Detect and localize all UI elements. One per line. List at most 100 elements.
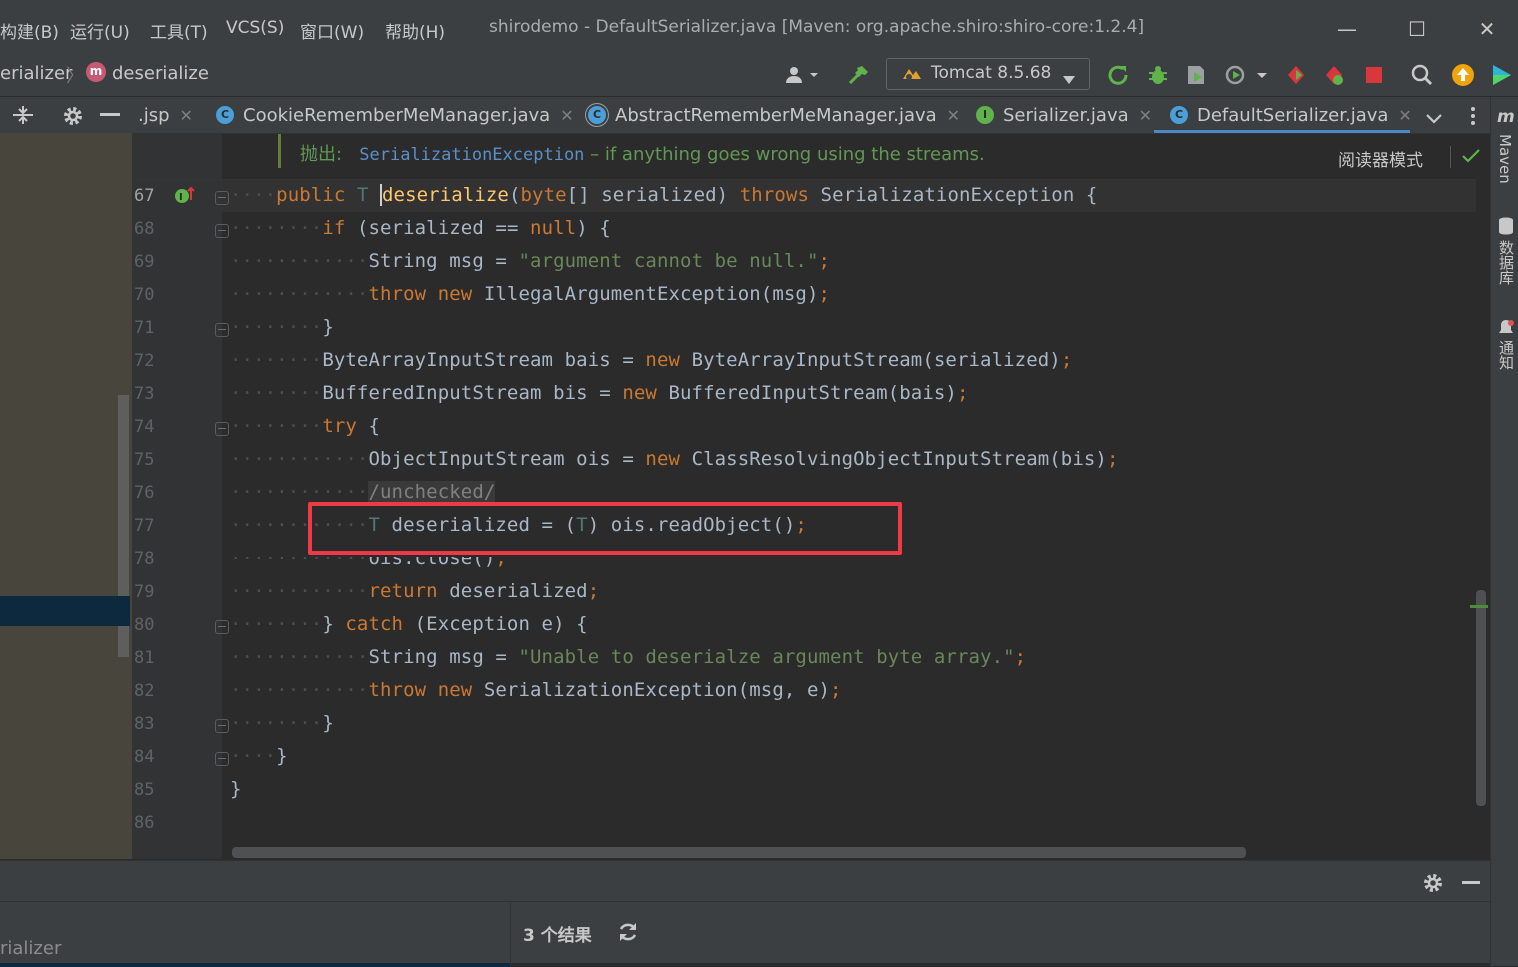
implements-method-icon[interactable]: I: [174, 186, 196, 210]
line-number[interactable]: 84: [134, 747, 166, 767]
highlight-annotation-box: [308, 502, 902, 555]
line-number[interactable]: 72: [134, 351, 166, 371]
bottom-panel: rializer 3 个结果: [0, 860, 1490, 967]
notifications-tool-window[interactable]: 通知: [1496, 340, 1517, 370]
fold-marker[interactable]: [215, 719, 229, 733]
line-number[interactable]: 67: [134, 186, 166, 206]
rerun-icon[interactable]: [1104, 62, 1132, 88]
update-icon[interactable]: [1449, 62, 1477, 88]
javadoc-throws: 抛出: SerializationException – if anything…: [300, 140, 985, 166]
code-line: ········BufferedInputStream bis = new Bu…: [230, 382, 969, 404]
checkmark-icon[interactable]: [1462, 148, 1480, 168]
code-line: ····public T deserialize(byte[] serializ…: [230, 184, 1098, 206]
window-title: shirodemo - DefaultSerializer.java [Mave…: [489, 17, 1145, 37]
user-icon[interactable]: [782, 62, 822, 88]
menu-vcs[interactable]: VCS(S): [226, 18, 284, 38]
jrebel-run-icon[interactable]: [1282, 62, 1310, 88]
debug-icon[interactable]: [1144, 62, 1172, 88]
tab-cookie-remember-me-manager[interactable]: C CookieRememberMeManager.java ✕: [216, 97, 574, 133]
line-number[interactable]: 82: [134, 681, 166, 701]
line-number[interactable]: 81: [134, 648, 166, 668]
tab-abstract-remember-me-manager[interactable]: C AbstractRememberMeManager.java ✕: [588, 97, 960, 133]
menu-run[interactable]: 运行(U): [70, 18, 130, 43]
close-button[interactable]: ✕: [1470, 14, 1504, 44]
hide-panel-icon[interactable]: [1462, 881, 1480, 884]
breadcrumb-class[interactable]: erializer: [0, 63, 72, 84]
menu-build[interactable]: 构建(B): [0, 18, 59, 43]
refresh-icon[interactable]: [617, 921, 639, 947]
tab-serializer[interactable]: I Serializer.java ✕: [976, 97, 1152, 133]
line-number[interactable]: 71: [134, 318, 166, 338]
tree-item-label[interactable]: rializer: [0, 938, 61, 959]
line-number[interactable]: 78: [134, 549, 166, 569]
doc-comment-marker: [278, 134, 281, 168]
fold-marker[interactable]: [215, 422, 229, 436]
minimize-button[interactable]: —: [1330, 14, 1364, 44]
code-line: ············throw new SerializationExcep…: [230, 679, 842, 701]
fold-marker[interactable]: [215, 224, 229, 238]
line-number[interactable]: 86: [134, 813, 166, 833]
tab-default-serializer[interactable]: C DefaultSerializer.java ✕: [1170, 97, 1412, 133]
notification-bell-icon[interactable]: [1498, 319, 1514, 341]
line-number[interactable]: 76: [134, 483, 166, 503]
close-tab-icon[interactable]: ✕: [180, 106, 193, 125]
run-configuration-select[interactable]: Tomcat 8.5.68: [886, 58, 1090, 90]
abstract-class-icon: C: [588, 106, 606, 124]
search-icon[interactable]: [1408, 62, 1436, 88]
tomcat-icon: [901, 65, 923, 87]
menu-help[interactable]: 帮助(H): [385, 18, 445, 43]
maven-tool-window[interactable]: Maven: [1496, 134, 1514, 184]
collapse-all-icon[interactable]: [12, 105, 34, 129]
gear-icon[interactable]: [62, 105, 84, 131]
tab-label: CookieRememberMeManager.java: [243, 104, 551, 126]
gear-icon[interactable]: [1422, 872, 1444, 898]
fold-marker[interactable]: [215, 620, 229, 634]
close-tab-icon[interactable]: ✕: [1139, 106, 1152, 125]
javadoc-exception-link[interactable]: SerializationException: [359, 145, 584, 165]
maven-icon[interactable]: m: [1497, 107, 1515, 127]
more-options-icon[interactable]: [1470, 106, 1476, 130]
maximize-button[interactable]: ☐: [1400, 14, 1434, 44]
fold-marker[interactable]: [215, 323, 229, 337]
stop-icon[interactable]: [1362, 62, 1386, 88]
close-tab-icon[interactable]: ✕: [947, 106, 960, 125]
project-tree-selected-row[interactable]: [0, 596, 130, 626]
breadcrumb-method[interactable]: deserialize: [112, 63, 209, 84]
jrebel-debug-icon[interactable]: [1320, 62, 1348, 88]
reader-mode-button[interactable]: 阅读器模式: [1338, 146, 1423, 171]
editor-vertical-scrollbar[interactable]: [1476, 590, 1486, 806]
right-tool-stripe: m: [1490, 97, 1518, 966]
divider: [1450, 146, 1451, 168]
line-number[interactable]: 75: [134, 450, 166, 470]
line-number[interactable]: 77: [134, 516, 166, 536]
menu-tools[interactable]: 工具(T): [150, 18, 208, 43]
editor-horizontal-scrollbar[interactable]: [232, 847, 1246, 858]
line-number[interactable]: 83: [134, 714, 166, 734]
menu-window[interactable]: 窗口(W): [300, 18, 364, 43]
tab-label: Serializer.java: [1003, 104, 1129, 126]
chevron-down-icon[interactable]: [1426, 109, 1442, 128]
line-number[interactable]: 80: [134, 615, 166, 635]
close-tab-icon[interactable]: ✕: [560, 106, 573, 125]
line-number[interactable]: 79: [134, 582, 166, 602]
database-tool-window[interactable]: 数据库: [1496, 240, 1517, 285]
line-number[interactable]: 68: [134, 219, 166, 239]
fold-marker[interactable]: [215, 752, 229, 766]
tab-jsp[interactable]: .jsp ✕: [138, 97, 193, 133]
fold-marker[interactable]: [215, 191, 229, 205]
code-line: ············throw new IllegalArgumentExc…: [230, 283, 831, 305]
line-number[interactable]: 70: [134, 285, 166, 305]
code-with-me-icon[interactable]: [1488, 62, 1516, 88]
line-number[interactable]: 85: [134, 780, 166, 800]
build-hammer-icon[interactable]: [844, 62, 872, 88]
line-number[interactable]: 73: [134, 384, 166, 404]
database-icon[interactable]: [1498, 217, 1514, 239]
line-number[interactable]: 69: [134, 252, 166, 272]
close-tab-icon[interactable]: ✕: [1398, 106, 1411, 125]
editor-tab-bar: .jsp ✕ C CookieRememberMeManager.java ✕ C Ab…: [132, 97, 1490, 134]
line-number[interactable]: 74: [134, 417, 166, 437]
coverage-icon[interactable]: [1182, 62, 1210, 88]
code-line: ············/unchecked/: [230, 481, 496, 503]
hide-panel-icon[interactable]: [100, 113, 120, 116]
profiler-icon[interactable]: [1222, 62, 1270, 88]
